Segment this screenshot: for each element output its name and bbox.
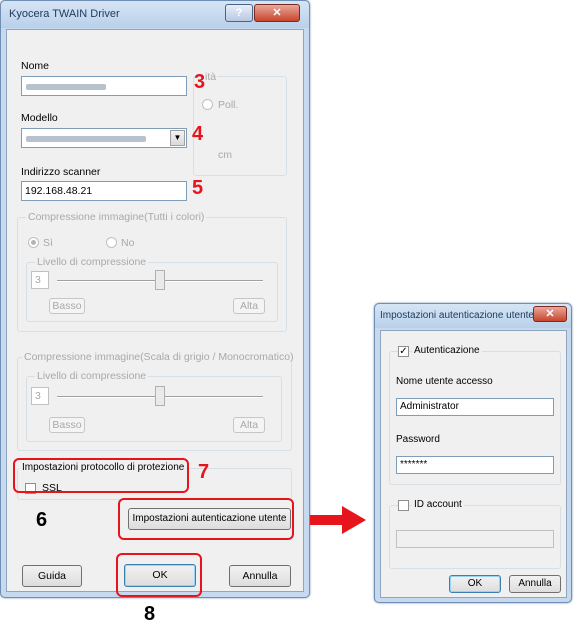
id-account-field [396, 530, 554, 548]
auth-cancel-button[interactable]: Annulla [509, 575, 561, 593]
callout-8: 8 [144, 603, 156, 625]
auth-close-icon[interactable]: ✕ [533, 306, 567, 322]
high-button[interactable]: Alta [233, 298, 265, 314]
auth-group: ✓ Autenticazione Nome utente accesso Adm… [389, 345, 561, 485]
compression-color-title: Compressione immagine(Tutti i colori) [26, 211, 207, 223]
compression-slider-thumb[interactable] [155, 270, 165, 290]
name-field[interactable] [21, 76, 187, 96]
inch-radio[interactable] [202, 99, 213, 110]
auth-ok-button[interactable]: OK [449, 575, 501, 593]
password-label: Password [396, 434, 440, 445]
gray-slider-thumb[interactable] [155, 386, 165, 406]
gray-level-title: Livello di compressione [35, 370, 149, 382]
password-field[interactable]: ******* [396, 456, 554, 474]
compression-no-radio[interactable] [106, 237, 117, 248]
compression-level-title: Livello di compressione [35, 256, 149, 268]
title-bar[interactable]: Kyocera TWAIN Driver ? ✕ [1, 1, 309, 28]
callout-6: 6 [36, 509, 48, 531]
help-button[interactable]: Guida [22, 565, 82, 587]
model-dropdown[interactable]: ▼ [21, 128, 187, 148]
units-group: ità Poll. cm [193, 71, 287, 176]
name-label: Nome [21, 60, 50, 72]
highlight-ok-button [116, 553, 202, 597]
gray-low-button[interactable]: Basso [49, 417, 85, 433]
compression-gray-group: Compressione immagine(Scala di grigio / … [17, 351, 296, 451]
compression-level-group: Livello di compressione 3 Basso Alta [26, 256, 278, 322]
callout-7: 7 [198, 461, 210, 483]
callout-4: 4 [192, 123, 204, 145]
low-button[interactable]: Basso [49, 298, 85, 314]
close-icon[interactable]: ✕ [254, 4, 300, 22]
gray-level-group: Livello di compressione 3 Basso Alta [26, 370, 282, 442]
cm-label: cm [218, 149, 232, 161]
units-group-title: ità [204, 71, 218, 83]
compression-yes-radio[interactable] [28, 237, 39, 248]
id-account-group: ID account [389, 499, 561, 569]
username-label: Nome utente accesso [396, 376, 493, 387]
gray-high-button[interactable]: Alta [233, 417, 265, 433]
auth-title-bar[interactable]: Impostazioni autenticazione utente ✕ [375, 304, 571, 328]
auth-checkbox-label: Autenticazione [412, 345, 482, 356]
id-account-label: ID account [412, 499, 464, 510]
compression-no-label: No [121, 237, 135, 249]
highlight-auth-button [118, 498, 294, 540]
gray-level-value: 3 [31, 387, 49, 405]
chevron-down-icon[interactable]: ▼ [170, 130, 185, 146]
window-title: Kyocera TWAIN Driver [9, 8, 120, 20]
auth-dialog: Impostazioni autenticazione utente ✕ ✓ A… [374, 303, 572, 603]
auth-checkbox[interactable]: ✓ [398, 346, 409, 357]
compression-gray-title: Compressione immagine(Scala di grigio / … [22, 351, 296, 363]
compression-level-value: 3 [31, 271, 49, 289]
id-account-checkbox[interactable] [398, 500, 409, 511]
inch-label: Poll. [218, 99, 239, 111]
highlight-protocol [13, 458, 189, 493]
callout-3: 3 [194, 71, 206, 93]
compression-yes-label: Sì [43, 237, 53, 249]
model-label: Modello [21, 112, 58, 124]
cancel-button[interactable]: Annulla [229, 565, 291, 587]
username-field[interactable]: Administrator [396, 398, 554, 416]
auth-window-title: Impostazioni autenticazione utente [380, 310, 534, 321]
compression-color-group: Compressione immagine(Tutti i colori) Sì… [17, 211, 287, 332]
scanner-address-field[interactable]: 192.168.48.21 [21, 181, 187, 201]
auth-body: ✓ Autenticazione Nome utente accesso Adm… [380, 330, 567, 598]
scanner-address-label: Indirizzo scanner [21, 166, 101, 178]
callout-5: 5 [192, 177, 204, 199]
help-title-button[interactable]: ? [225, 4, 253, 22]
arrow-right-icon [310, 506, 366, 534]
